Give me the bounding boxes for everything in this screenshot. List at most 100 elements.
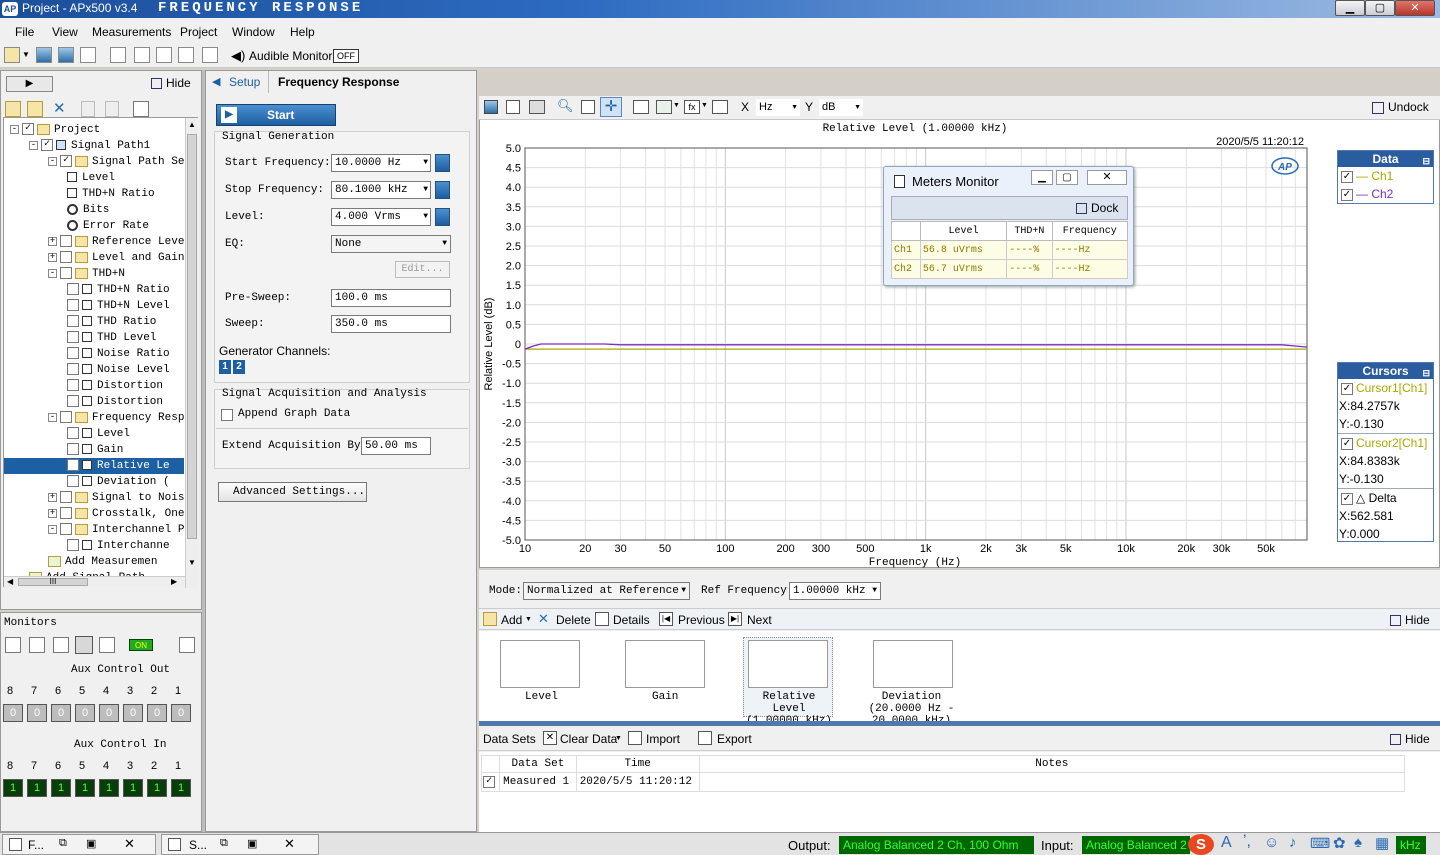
tree-item[interactable]: - THD+N	[4, 266, 184, 282]
tree-item[interactable]: Error Rate	[4, 218, 184, 234]
tree-item[interactable]: Noise Ratio	[4, 346, 184, 362]
tree-checkbox[interactable]	[67, 475, 79, 488]
chevron-down-icon[interactable]: ▼	[701, 102, 708, 109]
tree-checkbox[interactable]	[60, 251, 72, 264]
tree-item[interactable]: - Frequency Resp	[4, 410, 184, 426]
tree-item[interactable]: Interchanne	[4, 538, 184, 554]
delete-icon[interactable]: ✕	[53, 99, 66, 117]
tree-item[interactable]: Relative Le	[4, 458, 184, 474]
tree-checkbox[interactable]	[60, 491, 72, 504]
task-maximize-icon[interactable]: ▣	[86, 837, 96, 850]
cursor2-checkbox[interactable]: ✓	[1341, 437, 1353, 450]
tree-item[interactable]: THD+N Ratio	[4, 186, 184, 202]
monitor-scope-icon[interactable]	[99, 637, 115, 653]
input-value[interactable]: Analog Balanced 2	[1082, 836, 1190, 854]
dock-button[interactable]: Dock	[1076, 201, 1118, 215]
task-maximize-icon[interactable]: ▣	[247, 837, 257, 850]
tree-item[interactable]: THD Level	[4, 330, 184, 346]
tree-checkbox[interactable]: ✓	[41, 139, 53, 152]
legend-ch2-checkbox[interactable]: ✓	[1341, 188, 1353, 201]
menu-measurements[interactable]: Measurements	[92, 25, 171, 39]
task-restore-icon[interactable]: ⧉	[59, 837, 67, 850]
import-icon[interactable]	[628, 731, 642, 745]
datasets-column-header[interactable]: Notes	[698, 755, 1406, 773]
menu-view[interactable]: View	[52, 25, 78, 39]
mode-select[interactable]: Normalized at Reference ▼	[523, 582, 690, 600]
previous-label[interactable]: Previous	[678, 613, 725, 627]
export-icon[interactable]	[698, 731, 712, 745]
tree-checkbox[interactable]	[67, 427, 79, 440]
add-path-icon[interactable]	[27, 101, 43, 117]
start-frequency-stepper[interactable]	[435, 154, 450, 172]
tree-item[interactable]: Noise Level	[4, 362, 184, 378]
ref-frequency-field[interactable]: 1.00000 kHz ▼	[789, 582, 881, 600]
tree-item[interactable]: Bits	[4, 202, 184, 218]
append-graph-checkbox[interactable]	[221, 409, 233, 421]
audible-monitor-label[interactable]: Audible Monitor	[249, 49, 332, 63]
monitor-meter-icon[interactable]	[53, 637, 69, 653]
tree-checkbox[interactable]	[67, 395, 79, 408]
tree-checkbox[interactable]	[60, 523, 72, 536]
task-item-frequency[interactable]: F... ⧉ ▣ ✕	[2, 834, 156, 855]
tree-item[interactable]: Level	[4, 426, 184, 442]
ime-emoji-icon[interactable]: ☺	[1264, 834, 1279, 851]
delta-row[interactable]: ✓ △ Delta	[1338, 489, 1433, 507]
cursor2-row[interactable]: ✓ Cursor2[Ch1]	[1338, 434, 1433, 452]
monitor-settings-icon[interactable]	[179, 637, 195, 653]
delete-result-label[interactable]: Delete	[556, 613, 591, 627]
level-stepper[interactable]	[435, 208, 450, 226]
maximize-button[interactable]: ▢	[1365, 0, 1395, 16]
hide-datasets-button[interactable]: Hide	[1390, 732, 1430, 746]
project-tree[interactable]: - ✓ Project - ✓ Signal Path1- ✓ Signal Path Se L…	[3, 117, 198, 588]
legend-ch2[interactable]: ✓ — Ch2	[1338, 185, 1433, 203]
ime-font-icon[interactable]: A	[1221, 834, 1232, 852]
bit-cell[interactable]: 0	[171, 704, 191, 722]
zoom-icon[interactable]: 🔍︎	[557, 98, 574, 114]
tree-checkbox[interactable]	[60, 507, 72, 520]
expand-toggle-icon[interactable]: -	[48, 156, 57, 166]
tree-checkbox[interactable]	[67, 363, 79, 376]
bit-cell[interactable]: 0	[147, 704, 167, 722]
next-label[interactable]: Next	[747, 613, 772, 627]
thumb-deviation[interactable]	[873, 640, 953, 688]
tree-item[interactable]: - ✓ Signal Path1	[4, 138, 184, 154]
cursor-icon[interactable]: ✛	[600, 97, 622, 117]
stop-frequency-stepper[interactable]	[435, 181, 450, 199]
graph-type-icon[interactable]	[656, 100, 672, 114]
tree-checkbox[interactable]: ✓	[22, 123, 34, 136]
monitor-on-toggle[interactable]: ON	[129, 639, 153, 651]
start-frequency-field[interactable]: 10.0000 Hz ▼	[331, 154, 431, 172]
graph-view-icon[interactable]	[110, 47, 126, 63]
details-icon[interactable]	[595, 612, 609, 626]
expand-toggle-icon[interactable]: +	[48, 236, 57, 246]
menu-file[interactable]: File	[15, 25, 34, 39]
bit-cell[interactable]: 0	[123, 704, 143, 722]
speaker-icon[interactable]: ◀)	[231, 48, 245, 64]
chevron-down-icon[interactable]: ▼	[673, 102, 680, 109]
scroll-up-icon[interactable]: ▲	[188, 120, 196, 129]
edit-eq-button[interactable]: Edit...	[395, 261, 450, 278]
expand-toggle-icon[interactable]: -	[29, 140, 38, 150]
y-unit-select[interactable]: dB ▼	[819, 99, 863, 116]
tree-item[interactable]: + Level and Gain	[4, 250, 184, 266]
tree-item[interactable]: THD+N Level	[4, 298, 184, 314]
presweep-field[interactable]: 100.0 ms	[331, 289, 451, 307]
delta-checkbox[interactable]: ✓	[1341, 492, 1353, 505]
stop-frequency-field[interactable]: 80.1000 kHz ▼	[331, 181, 431, 199]
tree-checkbox[interactable]	[60, 235, 72, 248]
tree-checkbox[interactable]	[67, 315, 79, 328]
advanced-settings-button[interactable]: Advanced Settings...	[218, 482, 367, 502]
bit-cell[interactable]: 0	[3, 704, 23, 722]
menu-window[interactable]: Window	[232, 25, 275, 39]
new-project-icon[interactable]	[4, 47, 20, 63]
previous-icon[interactable]: |◀	[659, 612, 673, 626]
print-icon[interactable]	[529, 100, 545, 114]
legend-ch1[interactable]: ✓ — Ch1	[1338, 167, 1433, 185]
ime-user-icon[interactable]: ✿	[1333, 834, 1346, 852]
task-item-setup[interactable]: S... ⧉ ▣ ✕	[161, 834, 319, 855]
task-close-icon[interactable]: ✕	[124, 836, 135, 852]
thumb-level[interactable]	[500, 640, 580, 688]
properties-icon[interactable]	[133, 101, 149, 117]
datasets-row-checkbox[interactable]: ✓	[483, 775, 496, 788]
properties-icon[interactable]	[80, 47, 96, 63]
